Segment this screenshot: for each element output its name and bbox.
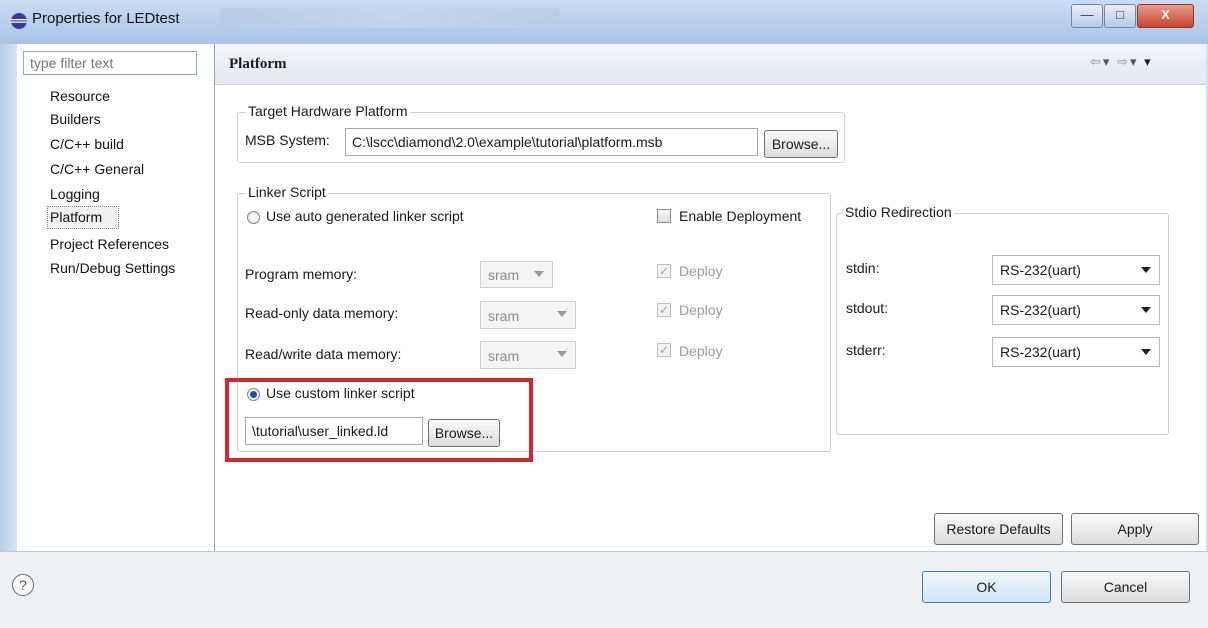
enable-deployment-label: Enable Deployment (679, 208, 802, 224)
dropdown-icon[interactable]: ▾ (1130, 54, 1139, 69)
page-header (215, 44, 1206, 85)
chevron-down-icon (1141, 307, 1151, 313)
chevron-down-icon (557, 351, 567, 357)
readwrite-memory-value: sram (488, 348, 520, 364)
sidebar-divider (214, 44, 215, 551)
window-border (0, 44, 17, 551)
program-memory-deploy-checkbox[interactable]: ✓ (657, 264, 671, 278)
sidebar-item-project-references[interactable]: Project References (50, 235, 169, 253)
chevron-down-icon (534, 271, 544, 277)
page-nav-controls: ⇦▾ ⇨▾ ▾ (1090, 54, 1153, 70)
msb-system-label: MSB System: (245, 132, 330, 148)
auto-linker-label: Use auto generated linker script (266, 208, 464, 224)
sidebar (17, 44, 214, 551)
sidebar-item-builders[interactable]: Builders (50, 110, 101, 128)
apply-button[interactable]: Apply (1071, 513, 1199, 545)
minimize-button[interactable]: — (1071, 4, 1103, 28)
stdin-value: RS-232(uart) (1000, 262, 1081, 278)
target-hardware-group-label: Target Hardware Platform (246, 103, 410, 119)
auto-linker-radio[interactable] (247, 211, 260, 224)
readonly-memory-select[interactable]: sram (480, 301, 576, 329)
chevron-down-icon (1141, 267, 1151, 273)
help-icon[interactable]: ? (12, 574, 34, 596)
chevron-down-icon (557, 311, 567, 317)
linker-script-group-label: Linker Script (246, 184, 328, 200)
close-button[interactable]: X (1137, 4, 1194, 28)
sidebar-item-resource[interactable]: Resource (50, 87, 110, 105)
sidebar-item-platform[interactable]: Platform (50, 208, 102, 226)
stdout-label: stdout: (846, 300, 889, 316)
window-title: Properties for LEDtest (32, 10, 180, 27)
sidebar-item-run-debug-settings[interactable]: Run/Debug Settings (50, 259, 175, 277)
sidebar-item-logging[interactable]: Logging (50, 185, 100, 203)
readonly-memory-deploy-label: Deploy (679, 302, 723, 318)
annotation-highlight-box (225, 378, 533, 462)
restore-defaults-button[interactable]: Restore Defaults (934, 513, 1063, 545)
ok-button[interactable]: OK (922, 571, 1051, 603)
msb-browse-button[interactable]: Browse... (764, 130, 838, 158)
readonly-memory-deploy-checkbox[interactable]: ✓ (657, 303, 671, 317)
page-title: Platform (229, 56, 287, 72)
blurred-title-background (220, 8, 560, 28)
forward-arrow-icon[interactable]: ⇨ (1117, 54, 1130, 69)
readwrite-memory-label: Read/write data memory: (245, 346, 402, 362)
back-arrow-icon[interactable]: ⇦ (1090, 54, 1103, 69)
chevron-down-icon (1141, 349, 1151, 355)
dropdown-icon[interactable]: ▾ (1103, 54, 1112, 69)
program-memory-deploy-label: Deploy (679, 263, 723, 279)
maximize-button[interactable]: □ (1104, 4, 1136, 28)
stdio-redirection-group-label: Stdio Redirection (843, 204, 954, 220)
stderr-label: stderr: (846, 342, 886, 358)
menu-icon[interactable]: ▾ (1144, 54, 1153, 69)
cancel-button[interactable]: Cancel (1061, 571, 1190, 603)
stdin-label: stdin: (846, 260, 880, 276)
stderr-select[interactable]: RS-232(uart) (992, 337, 1160, 367)
readwrite-memory-select[interactable]: sram (480, 341, 576, 369)
stdin-select[interactable]: RS-232(uart) (992, 255, 1160, 285)
title-bar (0, 0, 1208, 44)
stderr-value: RS-232(uart) (1000, 344, 1081, 360)
eclipse-icon (11, 13, 27, 29)
stdout-select[interactable]: RS-232(uart) (992, 295, 1160, 325)
enable-deployment-checkbox[interactable] (657, 209, 671, 223)
readonly-memory-label: Read-only data memory: (245, 305, 399, 321)
sidebar-item-cpp-build[interactable]: C/C++ build (50, 135, 124, 153)
readwrite-memory-deploy-label: Deploy (679, 343, 723, 359)
program-memory-value: sram (488, 267, 520, 283)
readwrite-memory-deploy-checkbox[interactable]: ✓ (657, 343, 671, 357)
program-memory-label: Program memory: (245, 266, 358, 282)
sidebar-item-cpp-general[interactable]: C/C++ General (50, 160, 144, 178)
msb-system-field[interactable]: C:\lscc\diamond\2.0\example\tutorial\pla… (345, 128, 758, 156)
filter-input[interactable] (23, 51, 197, 75)
readonly-memory-value: sram (488, 308, 520, 324)
program-memory-select[interactable]: sram (480, 261, 553, 288)
stdout-value: RS-232(uart) (1000, 302, 1081, 318)
